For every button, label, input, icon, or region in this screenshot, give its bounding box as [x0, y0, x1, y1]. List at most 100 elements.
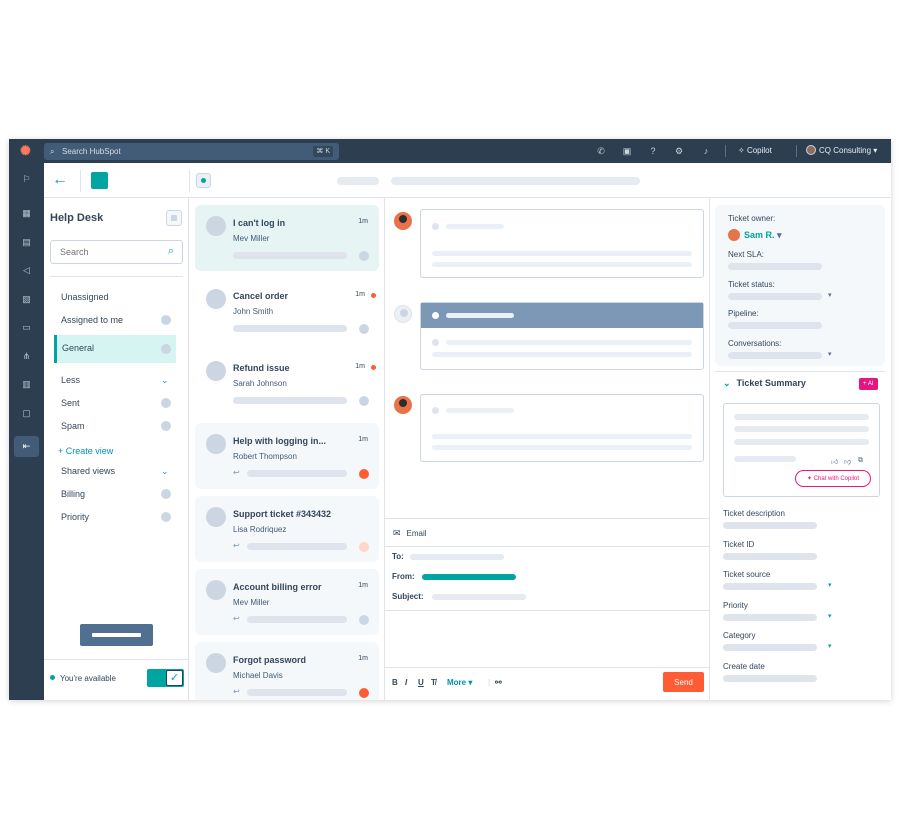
view-priority[interactable]: Priority: [61, 510, 89, 524]
italic-icon[interactable]: I: [405, 678, 407, 687]
ticket-title: Cancel order: [233, 291, 289, 301]
commerce-icon[interactable]: ▭: [19, 320, 34, 335]
view-search-input[interactable]: [51, 241, 151, 263]
send-button[interactable]: Send: [663, 672, 704, 692]
ticket-contact: Lisa Rodriquez: [233, 525, 287, 534]
priority-dropdown[interactable]: [723, 614, 817, 621]
category-dropdown[interactable]: [723, 644, 817, 651]
view-unassigned[interactable]: Unassigned: [61, 290, 109, 304]
ticket-card[interactable]: I can't log in Mev Miller 1m: [195, 205, 379, 271]
thumbs-down-icon[interactable]: 👎︎: [844, 457, 851, 466]
attachment-icon[interactable]: ⚯: [495, 678, 502, 687]
view-search-field[interactable]: ⌕: [50, 240, 183, 264]
channel-label: Email: [406, 529, 427, 538]
ticket-title: I can't log in: [233, 218, 286, 228]
ticket-description-value: [723, 522, 817, 529]
ticket-card[interactable]: Forgot password Michael Davis 1m ↩: [195, 642, 379, 700]
create-view-link[interactable]: + Create view: [58, 444, 113, 458]
top-navigation-bar: ✺ ⌕ Search HubSpot ⌘ K ✆ ▣ ? ⚙ ♪ ✧ Copil…: [9, 139, 891, 163]
placeholder-line: [446, 313, 514, 318]
status-indicator: [359, 324, 369, 334]
back-arrow-icon[interactable]: ←: [52, 171, 68, 189]
phone-icon[interactable]: ✆: [594, 144, 608, 158]
settings-gear-icon[interactable]: ⚙: [672, 144, 686, 158]
to-field[interactable]: [410, 554, 504, 560]
apps-grid-icon[interactable]: ▦: [19, 206, 34, 221]
underline-icon[interactable]: U: [418, 678, 424, 687]
chevron-down-icon[interactable]: ▾: [828, 350, 832, 358]
content-icon[interactable]: ▧: [19, 292, 34, 307]
summary-placeholder-line: [734, 439, 869, 445]
ticket-card[interactable]: Account billing error Mev Miller 1m ↩: [195, 569, 379, 635]
ticket-card[interactable]: Refund issue Sarah Johnson 1m: [195, 350, 379, 416]
chat-with-copilot-button[interactable]: ✦ Chat with Copilot: [795, 470, 871, 487]
pipeline-value: [728, 322, 822, 329]
subject-field[interactable]: [432, 594, 526, 600]
copy-icon[interactable]: ⧉: [858, 457, 863, 465]
copilot-button[interactable]: ✧ Copilot: [738, 144, 772, 158]
from-field[interactable]: [422, 574, 516, 580]
select-checkbox[interactable]: [196, 173, 211, 188]
message-body-input[interactable]: [385, 611, 710, 667]
help-icon[interactable]: ?: [646, 144, 660, 158]
ticket-card[interactable]: Cancel order John Smith 1m: [195, 278, 379, 344]
notifications-bell-icon[interactable]: ♪: [699, 144, 713, 158]
status-indicator: [359, 688, 369, 698]
search-icon[interactable]: ⌕: [168, 245, 174, 258]
panel-action-button[interactable]: [80, 624, 153, 646]
avatar: [206, 580, 226, 600]
reporting-icon[interactable]: ▥: [19, 377, 34, 392]
files-folder-icon[interactable]: ▢: [19, 406, 34, 421]
chevron-down-icon[interactable]: ▾: [828, 612, 832, 620]
more-formatting-button[interactable]: More ▾: [447, 678, 472, 687]
conversations-dropdown[interactable]: [728, 352, 822, 359]
ticket-card[interactable]: Help with logging in... Robert Thompson …: [195, 423, 379, 489]
copilot-label: Copilot: [746, 146, 772, 155]
bookmark-icon[interactable]: ⚐: [19, 172, 34, 187]
view-less-toggle[interactable]: Less: [61, 373, 80, 387]
divider: [385, 546, 710, 547]
placeholder-line: [432, 445, 692, 450]
availability-toggle[interactable]: ✓: [147, 669, 184, 687]
thumbs-up-icon[interactable]: 👍︎: [831, 457, 838, 466]
chevron-down-icon[interactable]: ▾: [828, 581, 832, 589]
view-spam[interactable]: Spam: [61, 419, 85, 433]
ticket-card[interactable]: Support ticket #343432 Lisa Rodriquez ↩: [195, 496, 379, 562]
ticket-owner-selector[interactable]: Sam R. ▾: [728, 229, 782, 241]
marketplace-icon[interactable]: ▣: [620, 144, 634, 158]
contacts-icon[interactable]: ▤: [19, 235, 34, 250]
sparkle-icon: ✦: [806, 476, 814, 482]
chevron-down-icon[interactable]: ⌄: [161, 373, 169, 387]
chevron-down-icon[interactable]: ▾: [828, 642, 832, 650]
shared-views-toggle[interactable]: Shared views: [61, 464, 115, 478]
ticket-summary-toggle[interactable]: ⌄ Ticket Summary: [723, 378, 806, 389]
ticket-contact: Sarah Johnson: [233, 379, 287, 388]
ticket-time: 1m: [355, 363, 365, 370]
ticket-contact: Mev Miller: [233, 598, 270, 607]
marketing-icon[interactable]: ◁: [19, 263, 34, 278]
view-assigned-to-me[interactable]: Assigned to me: [61, 313, 123, 327]
view-sent[interactable]: Sent: [61, 396, 80, 410]
view-general[interactable]: General: [54, 335, 176, 363]
avatar: [206, 216, 226, 236]
clear-format-icon[interactable]: T̸: [431, 678, 436, 687]
panel-options-button[interactable]: [166, 210, 182, 226]
channel-selector[interactable]: ✉ Email: [393, 528, 427, 539]
bold-icon[interactable]: B: [392, 678, 398, 687]
chevron-down-icon[interactable]: ▾: [828, 291, 832, 299]
automation-icon[interactable]: ⋔: [19, 349, 34, 364]
chevron-down-icon[interactable]: ⌄: [161, 464, 169, 478]
ticket-status-dropdown[interactable]: [728, 293, 822, 300]
ticket-source-dropdown[interactable]: [723, 583, 817, 590]
collapse-sidebar-icon[interactable]: ⇤: [14, 436, 39, 457]
next-sla-value: [728, 263, 822, 270]
global-search-input[interactable]: ⌕ Search HubSpot ⌘ K: [44, 143, 339, 160]
hubspot-logo-icon[interactable]: ✺: [20, 144, 34, 158]
view-billing[interactable]: Billing: [61, 487, 85, 501]
sub-toolbar: ←: [44, 163, 891, 198]
ticket-contact: Robert Thompson: [233, 452, 297, 461]
ticket-time: 1m: [358, 655, 368, 662]
search-icon: ⌕: [50, 147, 55, 156]
account-menu[interactable]: CQ Consulting ▾: [806, 144, 877, 158]
divider: [385, 667, 710, 668]
